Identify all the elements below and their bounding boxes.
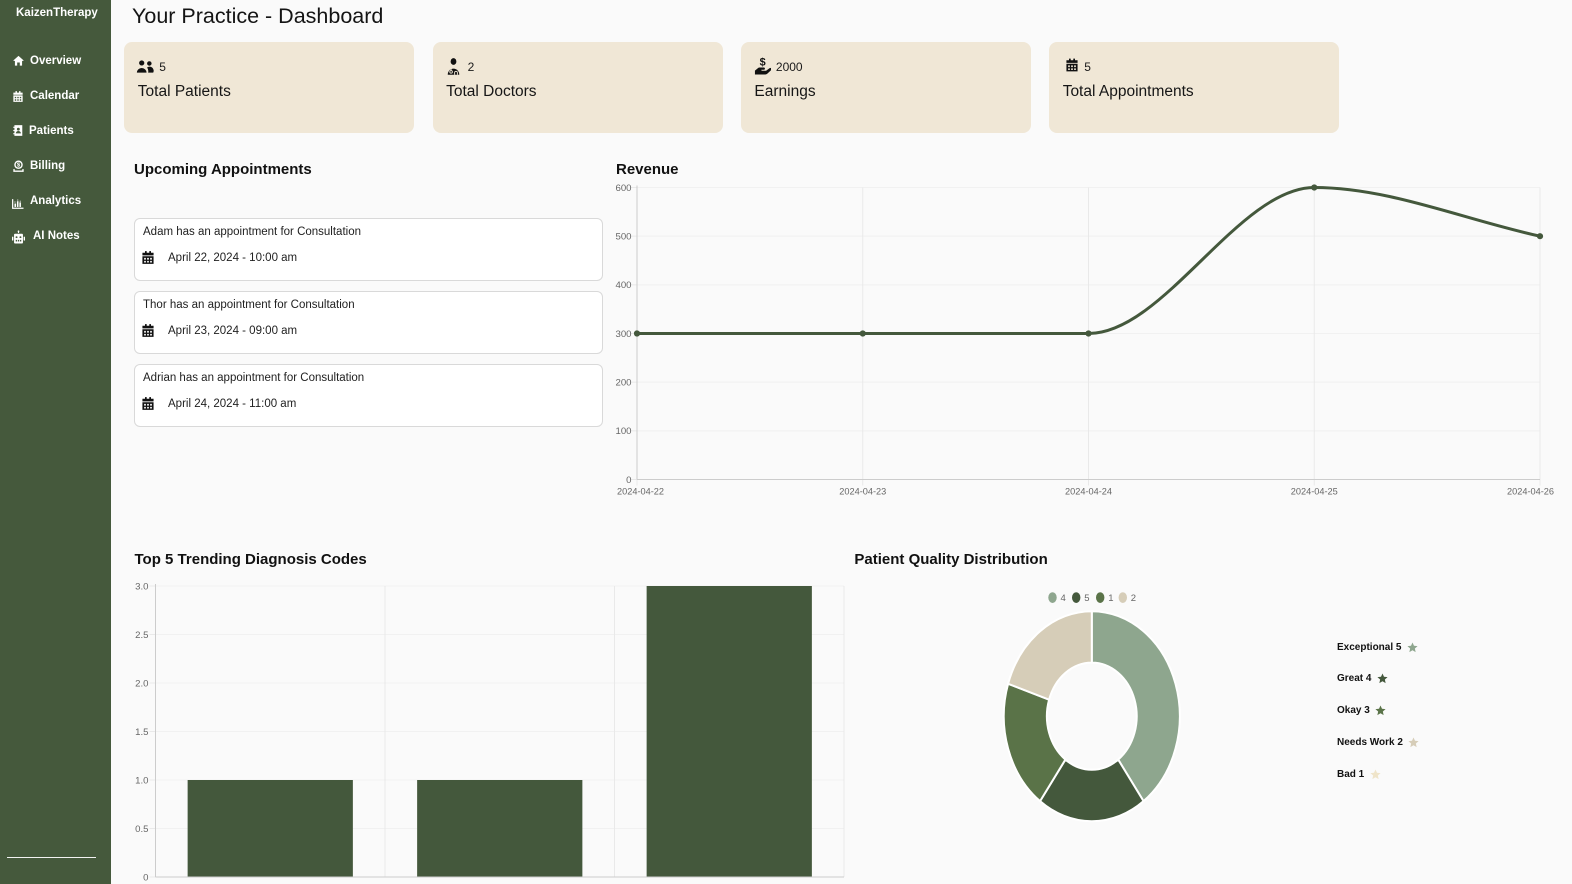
svg-text:1.5: 1.5 [135,727,148,738]
svg-text:100: 100 [615,426,631,437]
svg-text:2.5: 2.5 [135,630,148,641]
svg-text:1.0: 1.0 [135,775,148,786]
svg-text:2: 2 [1131,593,1136,604]
svg-text:2024-04-22: 2024-04-22 [617,487,664,497]
svg-text:$: $ [760,57,766,69]
svg-text:300: 300 [615,329,631,340]
svg-text:2024-04-24: 2024-04-24 [1065,487,1112,497]
svg-text:0: 0 [626,475,631,486]
svg-text:600: 600 [615,183,631,194]
svg-text:5: 5 [1084,593,1089,604]
svg-text:2.0: 2.0 [135,678,148,689]
svg-text:2024-04-25: 2024-04-25 [1291,487,1338,497]
svg-text:0.5: 0.5 [135,824,148,835]
svg-text:2024-04-26: 2024-04-26 [1507,487,1554,497]
svg-text:2024-04-23: 2024-04-23 [839,487,886,497]
svg-text:3.0: 3.0 [135,581,148,592]
svg-text:0: 0 [143,872,148,883]
svg-text:400: 400 [615,280,631,291]
svg-text:4: 4 [1061,593,1066,604]
svg-text:500: 500 [615,231,631,242]
svg-text:200: 200 [615,377,631,388]
svg-text:1: 1 [1108,593,1113,604]
